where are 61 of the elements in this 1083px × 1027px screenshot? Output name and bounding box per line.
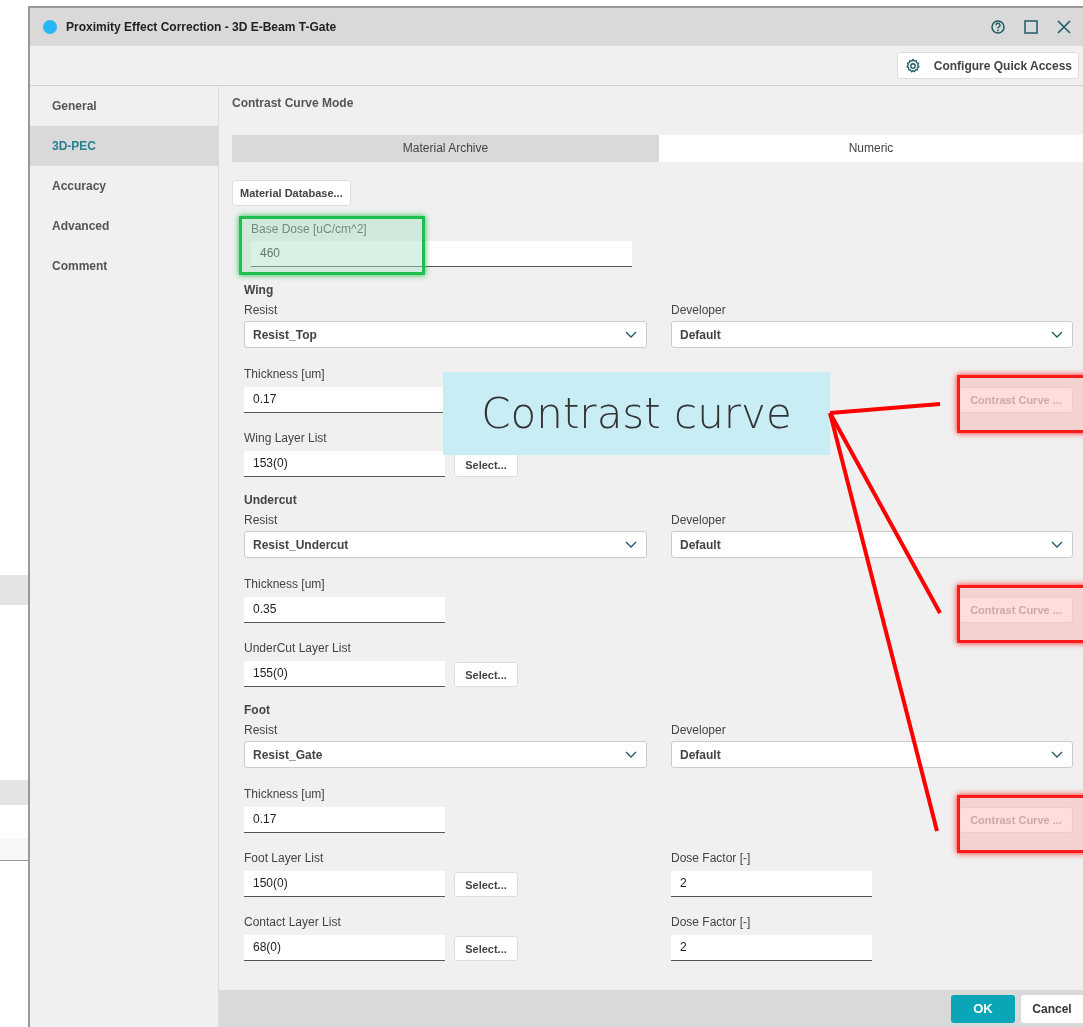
caret-icon xyxy=(1051,751,1063,758)
caret-icon xyxy=(1051,331,1063,338)
input-field[interactable]: 0.17 xyxy=(244,807,445,833)
material-database-button[interactable]: Material Database... xyxy=(232,180,351,206)
input-field[interactable]: 0.35 xyxy=(244,597,445,623)
input-field[interactable]: 2 xyxy=(671,935,872,961)
caret-icon xyxy=(625,541,637,548)
window-title: Proximity Effect Correction - 3D E-Beam T-Gate xyxy=(66,20,337,34)
field-label: UnderCut Layer List xyxy=(244,641,352,655)
select-button[interactable]: Select... xyxy=(454,872,518,897)
select-button[interactable]: Select... xyxy=(454,662,518,687)
caret-icon xyxy=(625,331,637,338)
field-label: Resist xyxy=(244,723,279,737)
field-label: Dose Factor [-] xyxy=(671,851,752,865)
dropdown[interactable]: Resist_Gate xyxy=(244,741,647,768)
field-label: Thickness [um] xyxy=(244,787,326,801)
help-icon[interactable] xyxy=(991,20,1005,34)
sidebar-item[interactable]: Advanced xyxy=(30,206,218,246)
sidebar-item[interactable]: Accuracy xyxy=(30,166,218,206)
configure-quick-access-button[interactable]: Configure Quick Access xyxy=(896,52,1079,79)
group-title: Undercut xyxy=(244,493,298,507)
field-label: Developer xyxy=(671,303,727,317)
field-label: Resist xyxy=(244,303,279,317)
sidebar-item[interactable]: General xyxy=(30,86,218,126)
field-label: Base Dose [uC/cm^2] xyxy=(251,222,368,236)
dropdown[interactable]: Default xyxy=(671,741,1073,768)
input-field[interactable]: 155(0) xyxy=(244,661,445,687)
maximize-icon[interactable] xyxy=(1024,20,1038,34)
mode-tab[interactable]: Material Archive xyxy=(232,135,659,162)
select-button[interactable]: Select... xyxy=(454,936,518,961)
close-icon[interactable] xyxy=(1057,20,1071,34)
input-field[interactable]: 150(0) xyxy=(244,871,445,897)
caret-icon xyxy=(625,751,637,758)
group-title: Foot xyxy=(244,703,271,717)
dropdown[interactable]: Default xyxy=(671,531,1073,558)
input-field[interactable]: 153(0) xyxy=(244,451,445,477)
field-label: Thickness [um] xyxy=(244,577,326,591)
input-field[interactable]: 68(0) xyxy=(244,935,445,961)
input-field[interactable]: 0.17 xyxy=(244,387,445,413)
caret-icon xyxy=(1051,541,1063,548)
input-field[interactable]: 2 xyxy=(671,871,872,897)
cancel-button[interactable]: Cancel xyxy=(1021,994,1083,1023)
field-label: Foot Layer List xyxy=(244,851,325,865)
field-label: Developer xyxy=(671,513,727,527)
field-label: Thickness [um] xyxy=(244,367,326,381)
field-label: Contact Layer List xyxy=(244,915,342,929)
dropdown[interactable]: Resist_Top xyxy=(244,321,647,348)
callout-label: Contrast curve xyxy=(443,372,830,455)
section-label: Contrast Curve Mode xyxy=(232,95,355,112)
field-label: Resist xyxy=(244,513,279,527)
gear-icon xyxy=(904,57,921,74)
sidebar-item[interactable]: Comment xyxy=(30,246,218,286)
dropdown[interactable]: Default xyxy=(671,321,1073,348)
dropdown[interactable]: Resist_Undercut xyxy=(244,531,647,558)
field-label: Dose Factor [-] xyxy=(671,915,752,929)
mode-tab[interactable]: Numeric xyxy=(659,135,1083,162)
group-title: Wing xyxy=(244,283,275,297)
field-label: Developer xyxy=(671,723,727,737)
field-label: Wing Layer List xyxy=(244,431,328,445)
app-status-icon xyxy=(43,20,57,34)
input-field[interactable]: 460 xyxy=(251,241,632,267)
